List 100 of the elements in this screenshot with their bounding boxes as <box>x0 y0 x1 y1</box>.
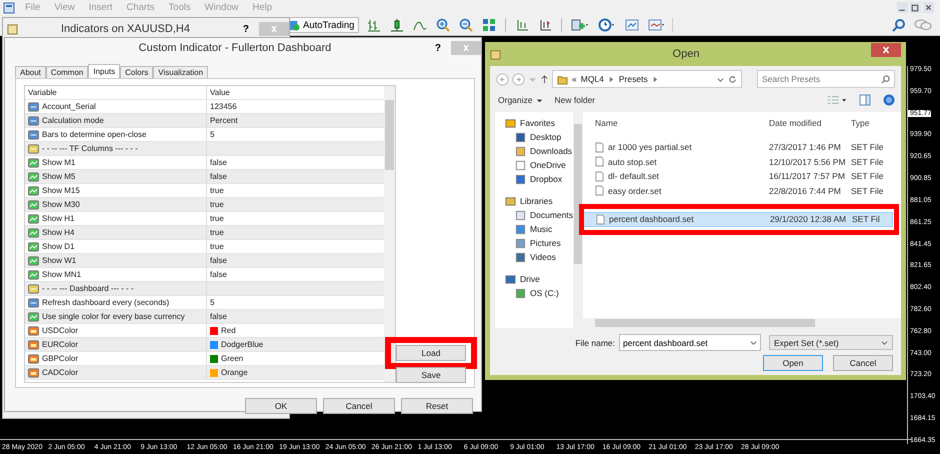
path-segment[interactable]: MQL4 <box>580 74 604 84</box>
up-arrow-icon[interactable] <box>540 74 549 84</box>
parameter-value[interactable]: 123456 <box>210 102 237 111</box>
column-header[interactable]: Type <box>851 118 891 128</box>
toolbar-button[interactable]: New folder <box>554 95 596 105</box>
parameter-value[interactable]: true <box>210 214 224 223</box>
zoom-out-icon[interactable] <box>459 18 474 32</box>
nav-item[interactable]: Music <box>495 222 573 236</box>
tab[interactable]: Inputs <box>88 64 120 78</box>
nav-item[interactable]: Documents <box>495 208 573 222</box>
help-button[interactable]: ? <box>424 42 451 54</box>
parameter-value[interactable]: false <box>210 270 227 279</box>
close-icon[interactable] <box>923 2 934 13</box>
file-name: ar 1000 yes partial.set <box>608 142 692 152</box>
nav-item[interactable]: OS (C:) <box>495 286 573 300</box>
bar-chart-icon[interactable] <box>367 18 382 32</box>
parameter-value[interactable]: Red <box>221 326 236 335</box>
toolbar-button[interactable]: Organize <box>498 95 542 105</box>
forward-icon[interactable] <box>512 72 525 86</box>
caret-icon[interactable] <box>717 76 724 82</box>
nav-item[interactable]: Videos <box>495 250 573 264</box>
nav-item[interactable]: Pictures <box>495 236 573 250</box>
help-button[interactable]: ? <box>232 24 259 34</box>
address-bar[interactable]: « MQL4 Presets <box>552 70 742 88</box>
file-row[interactable]: dl- default.set 16/11/2017 7:57 PM SET File <box>583 169 893 184</box>
dialog-button[interactable]: Load <box>396 345 466 361</box>
parameter-value[interactable]: Percent <box>210 116 238 125</box>
parameter-value[interactable]: false <box>210 158 227 167</box>
nav-item[interactable]: Libraries <box>495 194 573 208</box>
dialog-button[interactable]: Reset <box>401 398 473 414</box>
parameter-name: Refresh dashboard every (seconds) <box>42 298 170 307</box>
dialog-button[interactable]: Open <box>763 355 823 371</box>
file-date: 22/8/2016 7:44 PM <box>769 186 842 196</box>
file-date: 29/1/2020 12:38 AM <box>770 214 848 224</box>
file-name-field[interactable]: percent dashboard.set <box>619 334 761 351</box>
parameter-value[interactable]: false <box>210 172 227 181</box>
parameter-value[interactable]: true <box>210 200 224 209</box>
search-icon[interactable] <box>892 18 906 32</box>
nav-item[interactable]: Dropbox <box>495 172 573 186</box>
back-icon[interactable] <box>496 72 509 86</box>
minimize-icon[interactable] <box>897 2 908 13</box>
parameter-name: Show W1 <box>42 256 76 265</box>
parameter-value[interactable]: Green <box>221 354 244 363</box>
scrollbar[interactable] <box>583 318 901 328</box>
dialog-button[interactable]: Save <box>396 367 466 383</box>
candlestick-icon[interactable] <box>390 18 404 32</box>
parameter-value[interactable]: 5 <box>210 130 214 139</box>
preview-pane-icon[interactable] <box>859 94 871 106</box>
tile-windows-icon[interactable] <box>482 18 496 32</box>
chat-icon[interactable] <box>914 18 932 32</box>
path-overflow[interactable]: « <box>572 74 577 84</box>
parameter-value[interactable]: false <box>210 256 227 265</box>
restore-icon[interactable] <box>910 2 921 13</box>
file-row[interactable]: percent dashboard.set 29/1/2020 12:38 AM SET Fil <box>583 212 893 226</box>
chart-shift-icon[interactable] <box>515 18 530 32</box>
chevron-right-icon[interactable] <box>652 76 659 82</box>
parameter-value[interactable]: true <box>210 228 224 237</box>
autoscroll-icon[interactable] <box>538 18 552 32</box>
parameter-value[interactable]: 5 <box>210 298 214 307</box>
dialog-button[interactable]: Cancel <box>833 355 893 371</box>
parameter-name: EURColor <box>42 340 78 349</box>
add-indicator-icon[interactable] <box>571 18 590 32</box>
template-icon[interactable] <box>625 18 640 32</box>
parameter-name: Show M5 <box>42 172 76 181</box>
file-row[interactable]: ar 1000 yes partial.set 27/3/2017 1:46 PM SET File <box>583 140 893 154</box>
column-header[interactable]: Date modified <box>769 118 851 128</box>
file-type-dropdown[interactable]: Expert Set (*.set) <box>769 335 893 350</box>
nav-item[interactable]: Downloads <box>495 144 573 158</box>
parameter-value[interactable]: true <box>210 186 224 195</box>
caret-icon[interactable] <box>750 339 757 346</box>
parameter-name: Show H4 <box>42 228 74 237</box>
bool-type-icon <box>28 228 39 238</box>
chart-template-icon[interactable] <box>648 18 666 32</box>
parameter-value[interactable]: false <box>210 312 227 321</box>
refresh-icon[interactable] <box>728 74 737 84</box>
nav-item[interactable]: Desktop <box>495 130 573 144</box>
scrollbar[interactable] <box>384 86 395 382</box>
parameter-value[interactable]: true <box>210 242 224 251</box>
parameter-value[interactable]: Orange <box>221 368 248 377</box>
nav-item[interactable]: OneDrive <box>495 158 573 172</box>
nav-item[interactable]: Favorites <box>495 116 573 130</box>
tab[interactable]: Common <box>46 66 88 78</box>
search-field[interactable]: Search Presets <box>757 70 895 88</box>
view-options-icon[interactable] <box>827 95 847 105</box>
dialog-button[interactable]: Cancel <box>323 398 395 414</box>
file-row[interactable]: auto stop.set 12/10/2017 5:56 PM SET File <box>583 154 893 169</box>
zoom-in-icon[interactable] <box>436 18 450 32</box>
tab[interactable]: Colors <box>120 66 154 78</box>
close-icon[interactable] <box>871 43 901 57</box>
chevron-right-icon[interactable] <box>608 76 615 82</box>
bool-type-icon <box>28 158 39 168</box>
column-header[interactable]: Name <box>583 118 769 128</box>
nav-item[interactable]: Drive <box>495 272 573 286</box>
tab[interactable]: Visualization <box>153 66 208 78</box>
dialog-button[interactable]: OK <box>245 398 317 414</box>
path-segment[interactable]: Presets <box>618 74 648 84</box>
clock-icon[interactable] <box>598 18 616 32</box>
file-row[interactable]: easy order.set 22/8/2016 7:44 PM SET File <box>583 184 893 198</box>
tab[interactable]: About <box>15 66 46 78</box>
parameter-value[interactable]: DodgerBlue <box>221 340 264 349</box>
